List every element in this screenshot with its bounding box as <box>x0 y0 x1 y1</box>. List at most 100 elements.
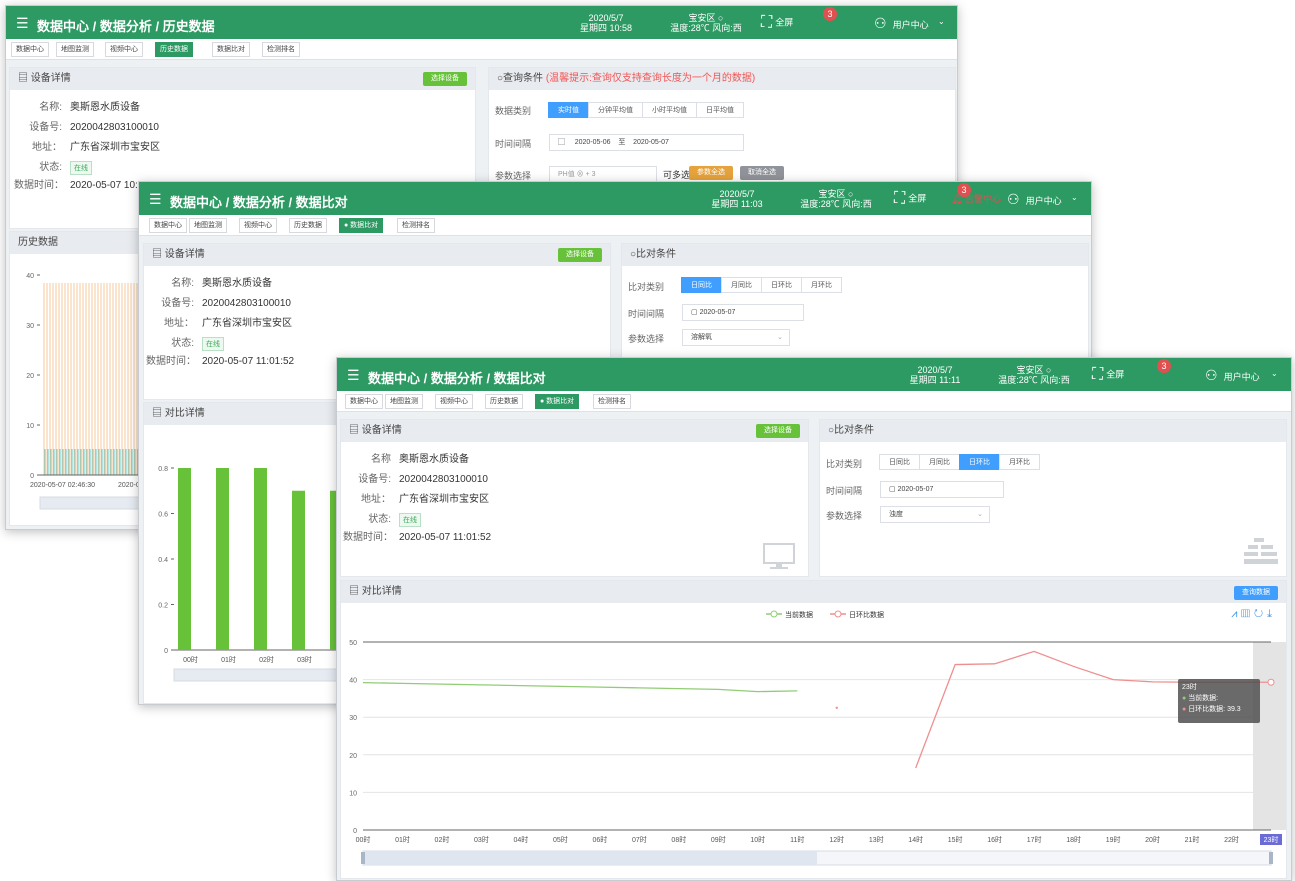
tab-history[interactable]: 历史数据 <box>155 42 193 57</box>
zoom-slider-track <box>39 496 141 510</box>
x-tick-label: 00时 <box>356 835 371 844</box>
chevron-down-icon[interactable]: ⌄ <box>938 17 945 26</box>
tab-map[interactable]: 地图监测 <box>189 218 227 233</box>
select-device-button[interactable]: 选择设备 <box>756 424 800 438</box>
tab-bar: 数据中心 地图监测 视频中心 历史数据 数据比对 检测排名 <box>6 39 957 60</box>
tab-compare[interactable]: ● 数据比对 <box>535 394 580 409</box>
tab-compare[interactable]: 数据比对 <box>212 42 250 57</box>
user-icon: ⚇ <box>1205 367 1218 383</box>
device-name: 奥斯恩水质设备 <box>202 278 272 289</box>
tab-data-center[interactable]: 数据中心 <box>345 394 383 409</box>
date-input[interactable]: ▢ 2020-05-07 <box>682 304 804 321</box>
device-id: 2020042803100010 <box>202 298 291 309</box>
panel-header: ○比对条件 <box>622 244 1088 266</box>
x-tick-label: 05时 <box>553 835 568 844</box>
zoom-slider-track <box>173 668 345 682</box>
bell-icon: 🔔︎ <box>951 194 963 204</box>
tab-map[interactable]: 地图监测 <box>56 42 94 57</box>
chevron-down-icon: ⌄ <box>977 511 983 518</box>
breadcrumb: 数据中心 / 数据分析 / 数据比对 <box>368 371 546 386</box>
fullscreen-icon: ⛶ <box>894 190 906 207</box>
menu-icon[interactable]: ☰ <box>347 367 360 384</box>
x-tick-label: 10时 <box>750 835 765 844</box>
x-tick-label: 07时 <box>632 835 647 844</box>
cancel-all-button[interactable]: 取消全选 <box>740 166 784 180</box>
tab-data-center[interactable]: 数据中心 <box>11 42 49 57</box>
tab-video[interactable]: 视频中心 <box>105 42 143 57</box>
stack-icon <box>1244 538 1278 564</box>
menu-icon[interactable]: ☰ <box>149 191 162 208</box>
x-tick-label: 06时 <box>592 835 607 844</box>
chevron-down-icon[interactable]: ⌄ <box>1271 369 1278 378</box>
legend-marker <box>770 610 778 618</box>
zoom-handle-right <box>1269 852 1273 864</box>
top-bar: ☰ 数据中心 / 数据分析 / 数据比对 2020/5/7 星期四 11:11 宝… <box>337 358 1291 391</box>
x-tick-label: 23时 <box>1264 835 1279 844</box>
x-tick-label: 16时 <box>987 835 1002 844</box>
panel-header: ○查询条件 (温馨提示:查询仅支持查询长度为一个月的数据) <box>489 68 955 90</box>
compare-type-selector[interactable]: 日同比 月同比 日环比 月环比 <box>879 454 1040 470</box>
device-panel: ▤ 设备详情 选择设备 名称 奥斯恩水质设备 设备号: 20200428031000… <box>340 419 809 577</box>
param-select[interactable]: 浊度 ⌄ <box>880 506 990 523</box>
panel-header: ▤ 对比详情 <box>341 581 1286 603</box>
tab-video[interactable]: 视频中心 <box>239 218 277 233</box>
compare-panel: ○比对条件 比对类别 日同比 月同比 日环比 月环比 时间间隔 ▢ 2020-05-0… <box>819 419 1287 577</box>
tab-history[interactable]: 历史数据 <box>289 218 327 233</box>
chevron-down-icon[interactable]: ⌄ <box>1071 193 1078 202</box>
tab-ranking[interactable]: 检测排名 <box>397 218 435 233</box>
tab-compare[interactable]: ● 数据比对 <box>339 218 384 233</box>
tab-ranking[interactable]: 检测排名 <box>593 394 631 409</box>
date-range-input[interactable]: ▢ 2020-05-06 至 2020-05-07 <box>549 134 744 151</box>
x-tick-label: 08时 <box>671 835 686 844</box>
panel-header: ○比对条件 <box>820 420 1286 442</box>
status-badge: 在线 <box>399 513 421 527</box>
user-center[interactable]: ⚇ 用户中心 <box>1205 367 1260 384</box>
user-icon: ⚇ <box>1007 191 1020 207</box>
panel-header: ▤ 设备详情 <box>341 420 808 442</box>
menu-icon[interactable]: ☰ <box>16 15 29 32</box>
compare-type-selector[interactable]: 日同比 月同比 日环比 月环比 <box>681 277 842 293</box>
tab-map[interactable]: 地图监测 <box>385 394 423 409</box>
y-tick-label: 10 <box>26 423 34 430</box>
y-tick-label: 0.4 <box>158 557 168 564</box>
weather-display: 宝安区 ○ 温度:28℃ 风向:西 <box>998 365 1070 385</box>
select-device-button[interactable]: 选择设备 <box>558 248 602 262</box>
alarm-center[interactable]: 🔔︎ 告警中心 <box>951 192 1001 205</box>
status-badge: 在线 <box>70 161 92 175</box>
query-data-button[interactable]: 查询数据 <box>1234 586 1278 600</box>
tab-ranking[interactable]: 检测排名 <box>262 42 300 57</box>
fullscreen-button[interactable]: ⛶ 全屏 <box>894 190 926 208</box>
user-center[interactable]: ⚇ 用户中心 <box>874 15 929 32</box>
date-display: 2020/5/7 星期四 11:03 <box>711 189 763 209</box>
y-tick-label: 50 <box>349 640 357 647</box>
top-bar: ☰ 数据中心 / 数据分析 / 历史数据 2020/5/7 星期四 10:58 宝… <box>6 6 957 39</box>
select-all-button[interactable]: 参数全选 <box>689 166 733 180</box>
select-device-button[interactable]: 选择设备 <box>423 72 467 86</box>
tab-video[interactable]: 视频中心 <box>435 394 473 409</box>
x-tick-label: 12时 <box>829 835 844 844</box>
user-center[interactable]: ⚇ 用户中心 <box>1007 191 1062 208</box>
series-line <box>362 681 798 693</box>
y-tick-label: 20 <box>349 753 357 760</box>
legend-label: 当前数据 <box>785 610 813 619</box>
calendar-icon: ▢ <box>558 139 565 146</box>
data-point <box>835 706 838 709</box>
y-tick-label: 0.6 <box>158 512 168 519</box>
tab-bar: 数据中心 地图监测 视频中心 历史数据 ● 数据比对 检测排名 <box>139 215 1091 236</box>
tab-data-center[interactable]: 数据中心 <box>149 218 187 233</box>
tab-history[interactable]: 历史数据 <box>485 394 523 409</box>
param-select[interactable]: 溶解氧 ⌄ <box>682 329 790 346</box>
device-address: 广东省深圳市宝安区 <box>202 318 292 329</box>
device-id: 2020042803100010 <box>70 122 159 133</box>
x-tick-label: 03时 <box>474 835 489 844</box>
fullscreen-icon: ⛶ <box>1092 366 1104 383</box>
bar <box>292 490 305 650</box>
y-tick-label: 0.8 <box>158 466 168 473</box>
fullscreen-button[interactable]: ⛶ 全屏 <box>1092 366 1124 384</box>
data-type-selector[interactable]: 实时值 分钟平均值 小时平均值 日平均值 <box>548 102 744 118</box>
date-display: 2020/5/7 星期四 10:58 <box>579 13 633 33</box>
date-input[interactable]: ▢ 2020-05-07 <box>880 481 1004 498</box>
chart-tooltip: 23时 ● 当前数据: ● 日环比数据: 39.3 <box>1178 679 1260 723</box>
fullscreen-button[interactable]: ⛶ 全屏 <box>761 14 793 32</box>
device-address: 广东省深圳市宝安区 <box>70 142 160 153</box>
